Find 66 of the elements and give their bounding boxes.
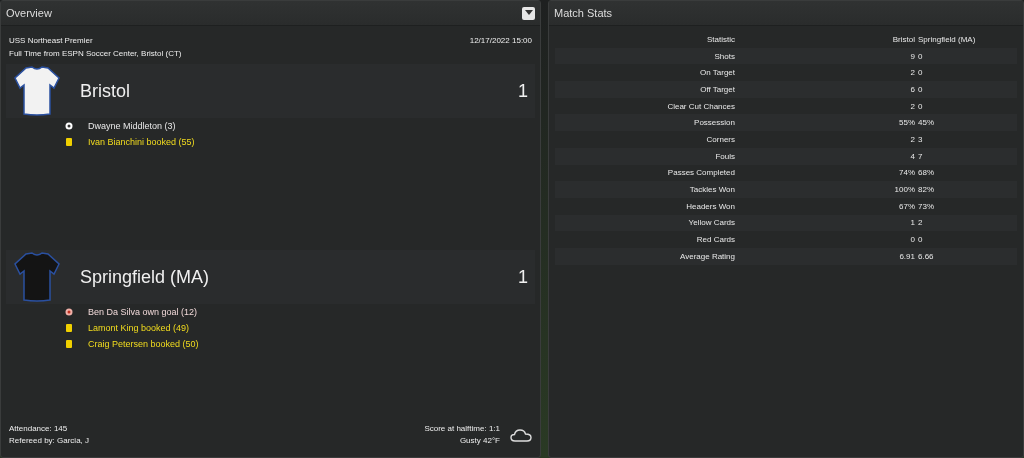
team-score: 1	[518, 80, 528, 102]
stat-value: 100%	[893, 185, 915, 195]
stat-name: Headers Won	[685, 201, 735, 211]
stat-name: Average Rating	[679, 251, 735, 261]
event-text: Ivan Bianchini booked (55)	[88, 137, 195, 147]
competition-name: USS Northeast Premier	[9, 36, 93, 45]
stat-value: 0	[918, 84, 923, 94]
stat-value: 7	[918, 151, 923, 161]
stat-value: 2	[909, 134, 915, 144]
referee-text: Refereed by: Garcia, J	[9, 436, 90, 445]
ball-icon	[65, 122, 73, 130]
venue-text: Full Time from ESPN Soccer Center, Bristol (CT)	[9, 49, 183, 58]
weather-text: Gusty 42°F	[459, 436, 500, 445]
caret-icon	[524, 10, 533, 16]
stat-name: Shots	[713, 51, 735, 61]
stat-value: 0	[918, 235, 923, 245]
stat-value: 2	[909, 101, 915, 111]
team-score: 1	[518, 266, 528, 288]
stat-value: 0	[918, 101, 923, 111]
stat-value: 67%	[898, 201, 915, 211]
stat-value: 2	[909, 68, 915, 78]
stat-value: 73%	[918, 201, 934, 211]
stat-value: 1	[909, 218, 915, 228]
event-text: Ben Da Silva own goal (12)	[88, 307, 198, 317]
event-text: Craig Petersen booked (50)	[88, 339, 199, 349]
stat-name: Off Target	[699, 84, 735, 94]
stat-value: 0	[918, 68, 923, 78]
halftime-score: Score at halftime: 1:1	[424, 424, 500, 433]
stat-value: 6.66	[918, 251, 934, 261]
stat-value: 6.91	[898, 251, 915, 261]
stat-value: 45%	[918, 118, 934, 128]
booking-card-icon	[65, 138, 73, 146]
event-text: Dwayne Middleton (3)	[88, 121, 176, 131]
stat-name: Yellow Cards	[687, 218, 735, 228]
match-date: 12/17/2022 15:00	[469, 36, 532, 45]
stat-name: Red Cards	[695, 235, 735, 245]
stat-value: 9	[909, 51, 915, 61]
stat-value: 0	[909, 235, 915, 245]
team-name: Bristol	[80, 80, 131, 102]
stat-name: Corners	[705, 134, 735, 144]
stat-value: 0	[918, 51, 923, 61]
stat-value: 6	[909, 84, 915, 94]
stat-value: 68%	[918, 168, 934, 178]
stat-value: 2	[918, 218, 923, 228]
stat-value: 55%	[898, 118, 915, 128]
stat-name: Possession	[693, 118, 735, 128]
cloud-icon	[510, 427, 532, 442]
event-text: Lamont King booked (49)	[88, 323, 190, 333]
dropdown-button[interactable]	[522, 6, 535, 20]
stat-name: Tackles Won	[688, 185, 735, 195]
stat-value: 74%	[898, 168, 915, 178]
column-header: Statistic	[706, 34, 735, 44]
stat-name: Fouls	[714, 151, 735, 161]
ball-icon	[65, 308, 73, 316]
panel-title: Overview	[6, 7, 52, 19]
panel-title: Match Stats	[554, 7, 613, 19]
stat-name: Clear Cut Chances	[666, 101, 735, 111]
column-header: Springfield (MA)	[918, 34, 976, 44]
stat-value: 4	[909, 151, 915, 161]
stat-name: Passes Completed	[666, 168, 735, 178]
team-name: Springfield (MA)	[80, 266, 211, 288]
stat-name: On Target	[699, 68, 735, 78]
column-header: Bristol	[891, 34, 915, 44]
stat-value: 3	[918, 134, 923, 144]
attendance-text: Attendance: 145	[9, 424, 69, 433]
stat-value: 82%	[918, 185, 934, 195]
